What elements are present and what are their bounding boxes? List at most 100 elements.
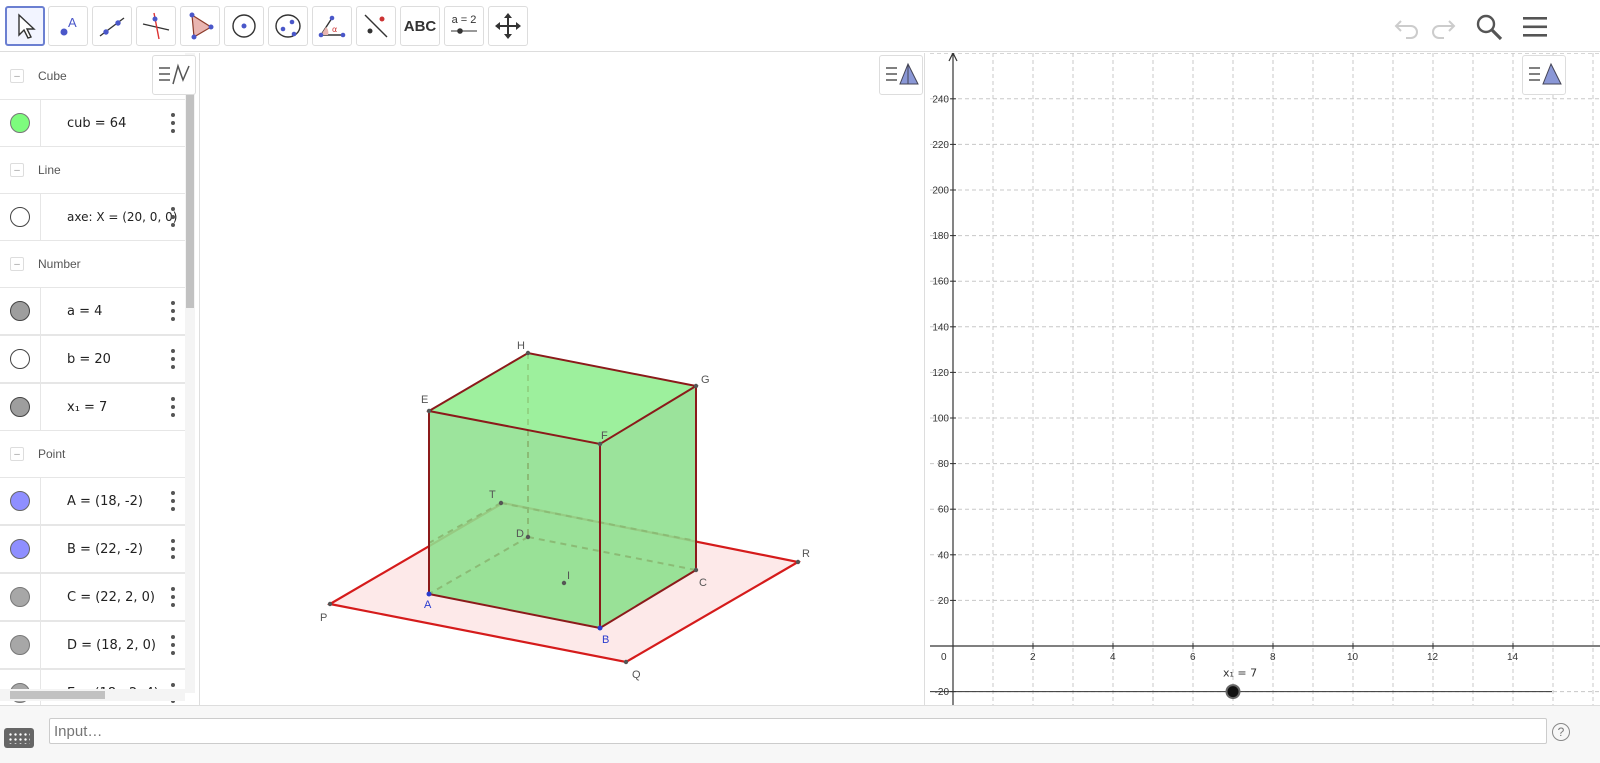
graphics-3d-style-bar-button[interactable]	[879, 55, 923, 95]
collapse-icon[interactable]: –	[10, 163, 24, 177]
more-options-icon[interactable]	[171, 349, 175, 369]
undo-icon	[1394, 20, 1418, 39]
visibility-toggle[interactable]	[10, 301, 30, 321]
slider-x1-label: x₁ = 7	[1223, 667, 1257, 680]
text-tool-button[interactable]: ABC	[400, 6, 440, 46]
style-bar-triangle-icon	[1529, 62, 1562, 85]
visibility-toggle[interactable]	[10, 349, 30, 369]
label-Q: Q	[632, 669, 641, 681]
reflect-tool-button[interactable]	[356, 6, 396, 46]
undo-button[interactable]	[1390, 10, 1424, 44]
more-options-icon[interactable]	[171, 301, 175, 321]
graphics-2d-style-bar-button[interactable]	[1522, 55, 1566, 95]
scrollbar-thumb[interactable]	[10, 691, 105, 699]
label-P: P	[320, 612, 327, 624]
x-tick-label: 8	[1270, 652, 1276, 663]
help-icon[interactable]: ?	[1552, 723, 1570, 741]
visibility-toggle[interactable]	[10, 539, 30, 559]
algebra-input[interactable]	[50, 719, 1546, 743]
visibility-toggle[interactable]	[10, 207, 30, 227]
label-B: B	[602, 634, 609, 646]
y-tick-label: 120	[932, 368, 949, 379]
algebra-row-B[interactable]: B = (22, -2)	[0, 525, 185, 573]
label-G: G	[701, 374, 710, 386]
more-options-icon[interactable]	[171, 635, 175, 655]
y-tick-label: 60	[938, 505, 950, 516]
x-tick-label: 6	[1190, 652, 1196, 663]
more-options-icon[interactable]	[171, 207, 175, 227]
circle-tool-button[interactable]	[224, 6, 264, 46]
graphics-2d-view[interactable]: 0 2 4 6 8 10 12 14 -20 20 40 60 80 100 120 140 160 180 200…	[930, 53, 1600, 705]
y-tick-label: 40	[938, 550, 950, 561]
coordinate-plane: 0 2 4 6 8 10 12 14 -20 20 40 60 80 100 120 140 160 180 200…	[930, 53, 1600, 705]
style-bar-graph-icon	[159, 63, 190, 85]
visibility-toggle[interactable]	[10, 491, 30, 511]
slider-tool-button[interactable]: a = 2	[444, 6, 484, 46]
label-C: C	[699, 577, 707, 589]
input-bar: ?	[0, 705, 1600, 763]
graphics-3d-view[interactable]: A B C D E F G H T I P Q R	[203, 53, 925, 705]
x-tick-label: 10	[1347, 652, 1359, 663]
point-tool-button[interactable]: A	[48, 6, 88, 46]
angle-icon: α	[318, 15, 346, 38]
search-icon	[1476, 14, 1503, 41]
visibility-toggle[interactable]	[10, 113, 30, 133]
line-icon	[99, 17, 125, 37]
polygon-tool-button[interactable]	[180, 6, 220, 46]
group-header-point[interactable]: – Point	[0, 431, 185, 477]
text-abc-icon: ABC	[403, 17, 437, 35]
algebra-horizontal-scrollbar[interactable]	[0, 689, 185, 701]
algebra-row-b[interactable]: b = 20	[0, 335, 185, 383]
visibility-toggle[interactable]	[10, 397, 30, 417]
algebra-row-x1[interactable]: x₁ = 7	[0, 383, 185, 431]
more-options-icon[interactable]	[171, 113, 175, 133]
collapse-icon[interactable]: –	[10, 69, 24, 83]
visibility-toggle[interactable]	[10, 635, 30, 655]
hamburger-menu-icon	[1523, 17, 1547, 37]
reflect-about-line-icon	[364, 14, 388, 38]
visibility-toggle[interactable]	[10, 587, 30, 607]
algebra-row-D[interactable]: D = (18, 2, 0)	[0, 621, 185, 669]
move-tool-button[interactable]	[5, 6, 45, 46]
scrollbar-thumb[interactable]	[186, 93, 194, 308]
collapse-icon[interactable]: –	[10, 447, 24, 461]
label-R: R	[802, 548, 810, 560]
more-options-icon[interactable]	[171, 491, 175, 511]
slider-x1-knob[interactable]	[1225, 684, 1241, 700]
algebra-vertical-scrollbar[interactable]	[185, 53, 195, 693]
ellipse-tool-button[interactable]	[268, 6, 308, 46]
perpendicular-line-tool-button[interactable]	[136, 6, 176, 46]
more-options-icon[interactable]	[171, 587, 175, 607]
svg-text:A: A	[68, 15, 77, 30]
y-tick-label: 80	[938, 459, 950, 470]
group-header-number[interactable]: – Number	[0, 241, 185, 287]
algebra-row-cub[interactable]: cub = 64	[0, 99, 185, 147]
algebra-row-A[interactable]: A = (18, -2)	[0, 477, 185, 525]
x-tick-label: 2	[1030, 652, 1036, 663]
algebra-row-C[interactable]: C = (22, 2, 0)	[0, 573, 185, 621]
group-header-line[interactable]: – Line	[0, 147, 185, 193]
x-tick-label: 14	[1507, 652, 1519, 663]
collapse-icon[interactable]: –	[10, 257, 24, 271]
search-button[interactable]	[1472, 10, 1506, 44]
style-bar-pyramid-icon	[886, 62, 919, 85]
more-options-icon[interactable]	[171, 397, 175, 417]
angle-tool-button[interactable]: α	[312, 6, 352, 46]
label-D: D	[516, 528, 524, 540]
y-tick-label: 20	[938, 596, 950, 607]
cube-face-front[interactable]	[429, 411, 600, 628]
algebra-style-bar-button[interactable]	[152, 55, 196, 95]
y-tick-label: 160	[932, 277, 949, 288]
algebra-row-axe[interactable]: axe: X = (20, 0, 0)	[0, 193, 185, 241]
redo-button[interactable]	[1426, 10, 1460, 44]
algebra-row-a[interactable]: a = 4	[0, 287, 185, 335]
label-T: T	[489, 489, 496, 501]
redo-icon	[1432, 20, 1456, 39]
line-tool-button[interactable]	[92, 6, 132, 46]
keyboard-button[interactable]	[4, 728, 34, 748]
label-A: A	[424, 599, 432, 611]
move-graphics-view-tool-button[interactable]	[488, 6, 528, 46]
y-tick-label: 180	[932, 231, 949, 242]
main-menu-button[interactable]	[1518, 10, 1552, 44]
more-options-icon[interactable]	[171, 539, 175, 559]
